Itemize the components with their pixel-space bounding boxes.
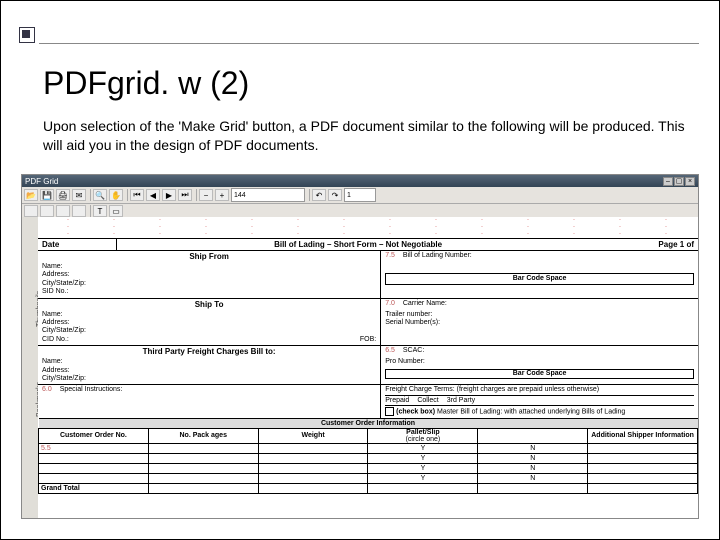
grid-dots: ·············· bbox=[38, 231, 698, 238]
seal-label: Serial Number(s): bbox=[385, 319, 694, 327]
date-label: Date bbox=[38, 239, 117, 250]
pro-label: Pro Number: bbox=[385, 358, 694, 366]
tool-b-icon[interactable] bbox=[40, 205, 54, 217]
barcode-space-1: Bar Code Space bbox=[385, 273, 694, 285]
col-weight: Weight bbox=[258, 428, 368, 443]
zoom-in-icon[interactable]: + bbox=[215, 189, 229, 201]
name-label-2: Name: bbox=[42, 311, 376, 319]
grid-dots: ·············· bbox=[38, 224, 698, 231]
freight-terms-label: Freight Charge Terms: (freight charges a… bbox=[385, 386, 694, 394]
slide-body: Upon selection of the 'Make Grid' button… bbox=[43, 117, 691, 155]
csz-label: City/State/Zip: bbox=[42, 280, 376, 288]
table-row: YN bbox=[39, 453, 698, 463]
bullet-decoration bbox=[19, 27, 33, 41]
ruler-y0: 7.5 bbox=[385, 252, 395, 259]
sid-label: SID No.: bbox=[42, 288, 376, 296]
third-party-header: Third Party Freight Charges Bill to: bbox=[38, 346, 381, 357]
collect-label: Collect bbox=[417, 397, 438, 405]
name-label: Name: bbox=[42, 263, 376, 271]
rotate-ccw-icon[interactable]: ↶ bbox=[312, 189, 326, 201]
master-bol-text: Master Bill of Lading: with attached und… bbox=[437, 408, 625, 415]
ship-from-header: Ship From bbox=[38, 251, 381, 262]
special-instr-label: Special Instructions: bbox=[60, 386, 123, 393]
tool-c-icon[interactable] bbox=[56, 205, 70, 217]
carrier-label: Carrier Name: bbox=[403, 300, 447, 307]
minimize-button[interactable]: – bbox=[663, 177, 673, 186]
open-icon[interactable]: 📂 bbox=[24, 189, 38, 201]
col-order: Customer Order No. bbox=[39, 428, 149, 443]
save-icon[interactable]: 💾 bbox=[40, 189, 54, 201]
toolbar-primary: 📂 💾 🖨 ✉ 🔍 ✋ ⏮ ◀ ▶ ⏭ − + 144 ↶ ↷ 1 bbox=[22, 187, 698, 204]
header-rule bbox=[39, 43, 699, 44]
ship-to-header: Ship To bbox=[38, 299, 381, 310]
rotate-cw-icon[interactable]: ↷ bbox=[328, 189, 342, 201]
scac-label: SCAC: bbox=[403, 347, 424, 354]
slide: PDFgrid. w (2) Upon selection of the 'Ma… bbox=[0, 0, 720, 540]
trailer-label: Trailer number: bbox=[385, 311, 694, 319]
close-button[interactable]: × bbox=[685, 177, 695, 186]
side-panel: Thumbnails Bookmarks bbox=[22, 217, 39, 518]
tool-a-icon[interactable] bbox=[24, 205, 38, 217]
select-tool-icon[interactable]: ▭ bbox=[109, 205, 123, 217]
pdf-document: ·············· ·············· ··········… bbox=[38, 217, 698, 518]
ruler-y2: 6.5 bbox=[385, 347, 395, 354]
last-page-icon[interactable]: ⏭ bbox=[178, 189, 192, 201]
bol-title: Bill of Lading – Short Form – Not Negoti… bbox=[117, 239, 599, 250]
next-page-icon[interactable]: ▶ bbox=[162, 189, 176, 201]
col-addl: Additional Shipper Information bbox=[588, 428, 698, 443]
maximize-button[interactable]: ▢ bbox=[674, 177, 684, 186]
print-icon[interactable]: 🖨 bbox=[56, 189, 70, 201]
coi-header: Customer Order Information bbox=[39, 418, 698, 428]
slide-title: PDFgrid. w (2) bbox=[43, 65, 249, 102]
prev-page-icon[interactable]: ◀ bbox=[146, 189, 160, 201]
csz-label-3: City/State/Zip: bbox=[42, 375, 376, 383]
search-icon[interactable]: 🔍 bbox=[93, 189, 107, 201]
thirdparty-label: 3rd Party bbox=[447, 397, 475, 405]
table-row: 5.5YN bbox=[39, 443, 698, 453]
mail-icon[interactable]: ✉ bbox=[72, 189, 86, 201]
checkbox-label: (check box) bbox=[396, 408, 435, 415]
checkbox-icon[interactable] bbox=[385, 407, 394, 416]
text-tool-icon[interactable]: T bbox=[93, 205, 107, 217]
tool-d-icon[interactable] bbox=[72, 205, 86, 217]
csz-label-2: City/State/Zip: bbox=[42, 327, 376, 335]
customer-order-table: Customer Order Information Customer Orde… bbox=[38, 418, 698, 494]
cid-label: CID No.: bbox=[42, 336, 69, 343]
zoom-field[interactable]: 1 bbox=[344, 188, 376, 202]
col-pkg: No. Pack ages bbox=[148, 428, 258, 443]
address-label-3: Address: bbox=[42, 367, 376, 375]
ruler-y1: 7.0 bbox=[385, 300, 395, 307]
bol-number-label: Bill of Lading Number: bbox=[403, 252, 472, 259]
hand-icon[interactable]: ✋ bbox=[109, 189, 123, 201]
window-title: PDF Grid bbox=[25, 177, 58, 186]
col-pallet: Pallet/Slip (circle one) bbox=[368, 428, 478, 443]
window-titlebar: PDF Grid – ▢ × bbox=[22, 175, 698, 187]
page-field[interactable]: 144 bbox=[231, 188, 305, 202]
grid-dots: ·············· bbox=[38, 217, 698, 224]
fob-label: FOB: bbox=[360, 336, 376, 344]
table-row: YN bbox=[39, 473, 698, 483]
zoom-out-icon[interactable]: − bbox=[199, 189, 213, 201]
ruler-y3: 6.0 bbox=[42, 386, 52, 393]
table-row: YN bbox=[39, 463, 698, 473]
pdf-viewer-window: PDF Grid – ▢ × 📂 💾 🖨 ✉ 🔍 ✋ ⏮ ◀ ▶ ⏭ − + 1… bbox=[21, 174, 699, 519]
address-label: Address: bbox=[42, 271, 376, 279]
prepaid-label: Prepaid bbox=[385, 397, 409, 405]
first-page-icon[interactable]: ⏮ bbox=[130, 189, 144, 201]
address-label-2: Address: bbox=[42, 319, 376, 327]
barcode-space-2: Bar Code Space bbox=[385, 369, 694, 379]
grand-total-row: Grand Total bbox=[39, 483, 698, 493]
name-label-3: Name: bbox=[42, 358, 376, 366]
page-label: Page 1 of bbox=[599, 239, 698, 250]
